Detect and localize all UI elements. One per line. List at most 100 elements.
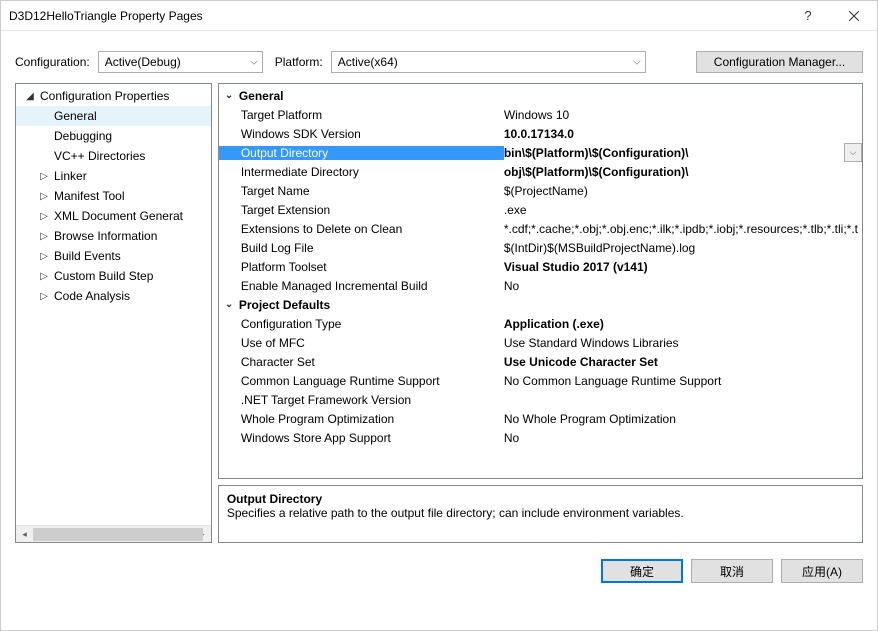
- config-row: Configuration: Active(Debug) ⌵ Platform:…: [1, 31, 877, 83]
- property-name: Platform Toolset: [241, 260, 504, 274]
- tree-panel: ◢Configuration PropertiesGeneralDebuggin…: [15, 83, 212, 543]
- horizontal-scrollbar[interactable]: ◂ ▸: [16, 525, 211, 542]
- collapse-icon: ⌄: [225, 90, 239, 101]
- property-value[interactable]: No: [504, 279, 862, 293]
- scroll-left-icon[interactable]: ◂: [16, 526, 33, 543]
- property-row[interactable]: .NET Target Framework Version: [219, 390, 862, 409]
- property-row[interactable]: Build Log File$(IntDir)$(MSBuildProjectN…: [219, 238, 862, 257]
- property-value[interactable]: bin\$(Platform)\$(Configuration)\: [504, 146, 844, 160]
- tree-item[interactable]: ▷Manifest Tool: [16, 186, 211, 206]
- cancel-button[interactable]: 取消: [691, 559, 773, 583]
- property-row[interactable]: Output Directorybin\$(Platform)\$(Config…: [219, 143, 862, 162]
- expand-icon: ▷: [38, 191, 50, 202]
- configuration-label: Configuration:: [15, 55, 90, 69]
- property-name: Target Platform: [241, 108, 504, 122]
- property-row[interactable]: Target Extension.exe: [219, 200, 862, 219]
- property-row[interactable]: Enable Managed Incremental BuildNo: [219, 276, 862, 295]
- property-row[interactable]: Whole Program OptimizationNo Whole Progr…: [219, 409, 862, 428]
- property-value[interactable]: Windows 10: [504, 108, 862, 122]
- tree-item[interactable]: Debugging: [16, 126, 211, 146]
- tree-item[interactable]: General: [16, 106, 211, 126]
- property-value[interactable]: .exe: [504, 203, 862, 217]
- property-name: Enable Managed Incremental Build: [241, 279, 504, 293]
- tree-root[interactable]: ◢Configuration Properties: [16, 86, 211, 106]
- property-row[interactable]: Intermediate Directoryobj\$(Platform)\$(…: [219, 162, 862, 181]
- platform-combo[interactable]: Active(x64) ⌵: [331, 51, 646, 73]
- scroll-thumb[interactable]: [33, 528, 203, 541]
- property-row[interactable]: Target Name$(ProjectName): [219, 181, 862, 200]
- property-value[interactable]: No Whole Program Optimization: [504, 412, 862, 426]
- tree-item[interactable]: VC++ Directories: [16, 146, 211, 166]
- property-row[interactable]: Character SetUse Unicode Character Set: [219, 352, 862, 371]
- property-value[interactable]: $(ProjectName): [504, 184, 862, 198]
- expand-icon: ▷: [38, 231, 50, 242]
- property-name: Configuration Type: [241, 317, 504, 331]
- footer: 确定 取消 应用(A): [1, 543, 877, 583]
- property-name: Intermediate Directory: [241, 165, 504, 179]
- configuration-manager-button[interactable]: Configuration Manager...: [696, 51, 863, 73]
- property-value[interactable]: No Common Language Runtime Support: [504, 374, 862, 388]
- property-row[interactable]: Platform ToolsetVisual Studio 2017 (v141…: [219, 257, 862, 276]
- property-value[interactable]: obj\$(Platform)\$(Configuration)\: [504, 165, 862, 179]
- property-row[interactable]: Extensions to Delete on Clean*.cdf;*.cac…: [219, 219, 862, 238]
- property-name: Windows SDK Version: [241, 127, 504, 141]
- property-value[interactable]: Use Standard Windows Libraries: [504, 336, 862, 350]
- expand-icon: ▷: [38, 251, 50, 262]
- property-value[interactable]: *.cdf;*.cache;*.obj;*.obj.enc;*.ilk;*.ip…: [504, 222, 862, 236]
- collapse-icon: ⌄: [225, 299, 239, 310]
- ok-button[interactable]: 确定: [601, 559, 683, 583]
- expand-icon: ▷: [38, 271, 50, 282]
- window-title: D3D12HelloTriangle Property Pages: [9, 9, 203, 23]
- tree-item[interactable]: ▷Build Events: [16, 246, 211, 266]
- property-name: Use of MFC: [241, 336, 504, 350]
- property-name: Common Language Runtime Support: [241, 374, 504, 388]
- apply-button[interactable]: 应用(A): [781, 559, 863, 583]
- property-name: Windows Store App Support: [241, 431, 504, 445]
- property-value[interactable]: Visual Studio 2017 (v141): [504, 260, 862, 274]
- property-row[interactable]: Use of MFCUse Standard Windows Libraries: [219, 333, 862, 352]
- property-row[interactable]: Target PlatformWindows 10: [219, 105, 862, 124]
- property-row[interactable]: Windows SDK Version10.0.17134.0: [219, 124, 862, 143]
- expand-icon: ▷: [38, 211, 50, 222]
- dropdown-icon[interactable]: ⌵: [844, 143, 862, 162]
- property-value[interactable]: Use Unicode Character Set: [504, 355, 862, 369]
- tree-item[interactable]: ▷XML Document Generat: [16, 206, 211, 226]
- property-name: Character Set: [241, 355, 504, 369]
- property-value[interactable]: Application (.exe): [504, 317, 862, 331]
- property-value[interactable]: 10.0.17134.0: [504, 127, 862, 141]
- property-name: Build Log File: [241, 241, 504, 255]
- collapse-icon: ◢: [24, 91, 36, 102]
- description-title: Output Directory: [227, 492, 854, 506]
- property-grid: ⌄GeneralTarget PlatformWindows 10Windows…: [218, 83, 863, 479]
- configuration-combo[interactable]: Active(Debug) ⌵: [98, 51, 263, 73]
- property-row[interactable]: Windows Store App SupportNo: [219, 428, 862, 447]
- configuration-value: Active(Debug): [105, 55, 181, 69]
- tree-item[interactable]: ▷Custom Build Step: [16, 266, 211, 286]
- expand-icon: ▷: [38, 171, 50, 182]
- property-name: .NET Target Framework Version: [241, 393, 504, 407]
- property-value[interactable]: $(IntDir)$(MSBuildProjectName).log: [504, 241, 862, 255]
- property-name: Whole Program Optimization: [241, 412, 504, 426]
- titlebar: D3D12HelloTriangle Property Pages ?: [1, 1, 877, 31]
- section-header[interactable]: ⌄General: [219, 86, 862, 105]
- description-panel: Output Directory Specifies a relative pa…: [218, 485, 863, 543]
- tree-item[interactable]: ▷Browse Information: [16, 226, 211, 246]
- section-header[interactable]: ⌄Project Defaults: [219, 295, 862, 314]
- tree-item[interactable]: ▷Code Analysis: [16, 286, 211, 306]
- property-row[interactable]: Configuration TypeApplication (.exe): [219, 314, 862, 333]
- property-name: Target Extension: [241, 203, 504, 217]
- property-name: Extensions to Delete on Clean: [241, 222, 504, 236]
- property-name: Target Name: [241, 184, 504, 198]
- description-text: Specifies a relative path to the output …: [227, 506, 854, 520]
- chevron-down-icon: ⌵: [250, 57, 258, 68]
- property-value[interactable]: No: [504, 431, 862, 445]
- expand-icon: ▷: [38, 291, 50, 302]
- chevron-down-icon: ⌵: [633, 57, 641, 68]
- platform-value: Active(x64): [338, 55, 398, 69]
- tree-item[interactable]: ▷Linker: [16, 166, 211, 186]
- close-button[interactable]: [831, 1, 877, 31]
- property-row[interactable]: Common Language Runtime SupportNo Common…: [219, 371, 862, 390]
- help-button[interactable]: ?: [785, 1, 831, 31]
- property-name: Output Directory: [219, 146, 504, 160]
- platform-label: Platform:: [275, 55, 323, 69]
